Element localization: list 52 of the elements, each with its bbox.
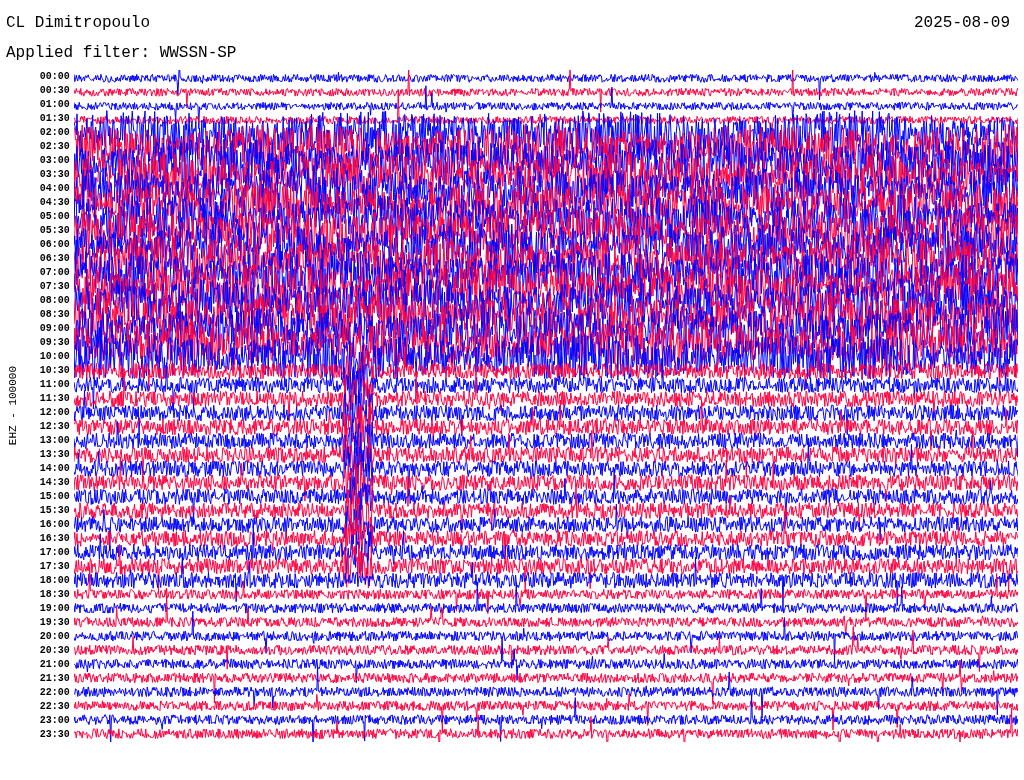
- time-label: 20:30: [39, 644, 70, 658]
- time-label: 23:00: [39, 714, 70, 728]
- axis-label: EHZ - 100000: [6, 366, 19, 446]
- time-label: 18:30: [39, 588, 70, 602]
- time-label: 10:00: [39, 350, 70, 364]
- time-label: 23:30: [39, 728, 70, 742]
- time-label: 09:00: [39, 322, 70, 336]
- time-label: 14:30: [39, 476, 70, 490]
- time-label: 14:00: [39, 462, 70, 476]
- time-label: 15:30: [39, 504, 70, 518]
- time-label: 00:30: [39, 84, 70, 98]
- time-label: 20:00: [39, 630, 70, 644]
- time-label: 21:30: [39, 672, 70, 686]
- time-label: 21:00: [39, 658, 70, 672]
- time-label: 17:30: [39, 560, 70, 574]
- time-label: 11:30: [39, 392, 70, 406]
- time-label: 04:30: [39, 196, 70, 210]
- time-label: 00:00: [39, 70, 70, 84]
- time-label: 05:00: [39, 210, 70, 224]
- filter-label: Applied filter: WWSSN-SP: [6, 44, 238, 62]
- time-label: 08:30: [39, 308, 70, 322]
- time-label: 09:30: [39, 336, 70, 350]
- time-label: 03:30: [39, 168, 70, 182]
- time-label: 22:00: [39, 686, 70, 700]
- time-label: 15:00: [39, 490, 70, 504]
- time-label: 17:00: [39, 546, 70, 560]
- station-title: CL Dimitropoulo: [6, 14, 151, 32]
- time-label: 13:00: [39, 434, 70, 448]
- time-label: 07:30: [39, 280, 70, 294]
- time-label: 16:00: [39, 518, 70, 532]
- time-label: 11:00: [39, 378, 70, 392]
- time-label: 08:00: [39, 294, 70, 308]
- time-label: 12:30: [39, 420, 70, 434]
- time-label: 03:00: [39, 154, 70, 168]
- time-label: 07:00: [39, 266, 70, 280]
- time-label: 06:00: [39, 238, 70, 252]
- time-label: 10:30: [39, 364, 70, 378]
- time-label: 02:30: [39, 140, 70, 154]
- time-label: 16:30: [39, 532, 70, 546]
- time-label: 04:00: [39, 182, 70, 196]
- time-label: 13:30: [39, 448, 70, 462]
- time-label: 12:00: [39, 406, 70, 420]
- time-label: 19:30: [39, 616, 70, 630]
- time-label: 05:30: [39, 224, 70, 238]
- time-label: 02:00: [39, 126, 70, 140]
- date-label: 2025-08-09: [914, 14, 1010, 32]
- time-label: 06:30: [39, 252, 70, 266]
- time-label: 18:00: [39, 574, 70, 588]
- time-label: 01:00: [39, 98, 70, 112]
- time-label: 01:30: [39, 112, 70, 126]
- time-label: 22:30: [39, 700, 70, 714]
- time-label: 19:00: [39, 602, 70, 616]
